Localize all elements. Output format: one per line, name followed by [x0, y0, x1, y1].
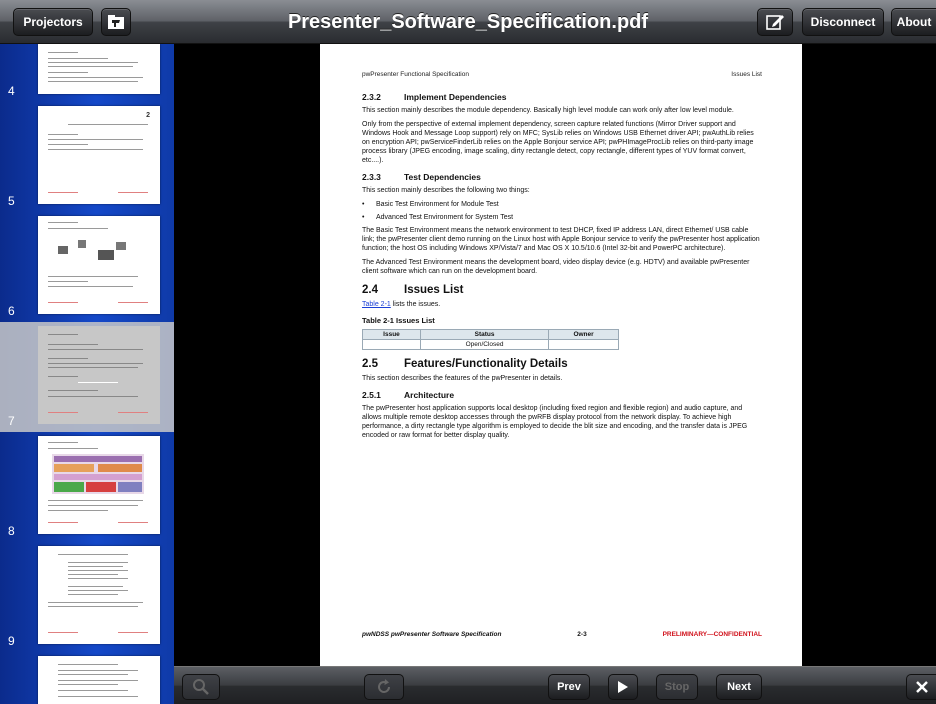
next-button[interactable]: Next [716, 674, 762, 700]
close-icon [915, 681, 928, 693]
header-right: Issues List [731, 71, 762, 78]
thumbnail-page-8[interactable]: 8 [0, 432, 174, 542]
table-header: Status [419, 329, 550, 340]
bottom-toolbar: Prev Stop Next [174, 666, 936, 704]
page-number: 2-3 [577, 631, 587, 638]
footer-left: pwNDSS pwPresenter Software Specificatio… [362, 631, 502, 638]
thumbnail-number: 9 [8, 634, 15, 648]
document-page[interactable]: pwPresenter Functional Specification Iss… [320, 44, 802, 666]
play-icon [618, 681, 628, 693]
thumbnail-image [38, 326, 160, 424]
table-header: Owner [548, 329, 619, 340]
page-footer: pwNDSS pwPresenter Software Specificatio… [362, 630, 762, 639]
disconnect-button[interactable]: Disconnect [802, 8, 884, 36]
thumbnail-page-5[interactable]: 2 5 [0, 102, 174, 212]
folder-icon [108, 15, 124, 29]
thumbnail-number: 5 [8, 194, 15, 208]
bullet-item: Basic Test Environment for Module Test [362, 200, 762, 209]
header-left: pwPresenter Functional Specification [362, 71, 469, 78]
thumbnail-number: 8 [8, 524, 15, 538]
paragraph: Table 2-1 lists the issues. [362, 301, 441, 308]
thumbnail-image [38, 546, 160, 644]
paragraph: This section mainly describes the follow… [362, 187, 530, 194]
bullet-item: Advanced Test Environment for System Tes… [362, 213, 762, 222]
thumbnail-page-4[interactable]: 4 [0, 44, 174, 102]
table-row: Open/Closed [362, 339, 619, 350]
table-header: Issue [362, 329, 421, 340]
thumbnail-number: 6 [8, 304, 15, 318]
section-heading: 2.5.1 Architecture [362, 390, 455, 400]
thumbnail-page-7[interactable]: 7 [0, 322, 174, 432]
search-icon [193, 679, 209, 695]
thumbnail-number: 4 [8, 84, 15, 98]
page-header: pwPresenter Functional Specification Iss… [362, 70, 762, 79]
table-cell [548, 339, 619, 350]
thumbnail-image [38, 656, 160, 704]
open-folder-button[interactable] [101, 8, 131, 36]
table-caption: Table 2-1 Issues List [362, 316, 435, 325]
issues-table: Issue Status Owner Open/Closed [362, 329, 619, 350]
thumbnail-page-9[interactable]: 9 [0, 542, 174, 652]
edit-button[interactable] [757, 8, 793, 36]
thumbnail-page-10[interactable] [0, 652, 174, 704]
paragraph: This section mainly describes the module… [362, 107, 734, 114]
page-thumbnail-sidebar[interactable]: 4 2 5 6 7 8 9 [0, 44, 174, 704]
confidential-label: PRELIMINARY—CONFIDENTIAL [662, 631, 762, 638]
paragraph: This section describes the features of t… [362, 375, 563, 382]
table-cell [362, 339, 421, 350]
section-heading: 2.3.3 Test Dependencies [362, 172, 481, 182]
thumbnail-image [38, 44, 160, 94]
edit-icon [766, 15, 784, 30]
table-cell: Open/Closed [419, 339, 550, 350]
section-heading: 2.3.2 Implement Dependencies [362, 92, 507, 102]
document-title: Presenter_Software_Specification.pdf [287, 11, 649, 33]
projectors-button[interactable]: Projectors [13, 8, 93, 36]
thumbnail-page-6[interactable]: 6 [0, 212, 174, 322]
play-button[interactable] [608, 674, 638, 700]
section-heading: 2.4 Issues List [362, 284, 464, 296]
paragraph: Only from the perspective of external im… [362, 121, 754, 164]
stop-button[interactable]: Stop [656, 674, 698, 700]
search-button[interactable] [182, 674, 220, 700]
refresh-icon [378, 679, 390, 693]
paragraph: The pwPresenter host application support… [362, 405, 748, 439]
table-link[interactable]: Table 2-1 [362, 301, 391, 308]
thumbnail-number: 7 [8, 414, 15, 428]
close-button[interactable] [906, 674, 936, 700]
thumbnail-image: 2 [38, 106, 160, 204]
prev-button[interactable]: Prev [548, 674, 590, 700]
thumbnail-image [38, 216, 160, 314]
top-toolbar: Projectors Presenter_Software_Specificat… [0, 0, 936, 44]
paragraph: The Advanced Test Environment means the … [362, 259, 750, 275]
about-button[interactable]: About [891, 8, 936, 36]
refresh-button[interactable] [364, 674, 404, 700]
thumbnail-image [38, 436, 160, 534]
section-heading: 2.5 Features/Functionality Details [362, 358, 568, 370]
paragraph: The Basic Test Environment means the net… [362, 227, 760, 252]
